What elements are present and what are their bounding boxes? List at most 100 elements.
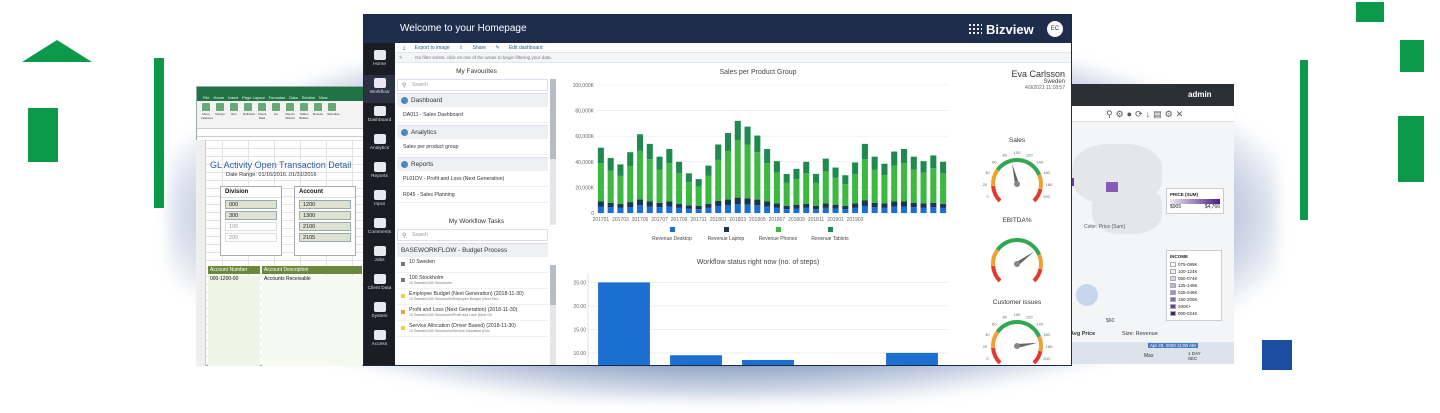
gauge-tick-label: 200 — [1043, 356, 1050, 361]
gauge-hub — [1014, 181, 1020, 187]
gauge-sales: Sales -20 0 20 40 60 80 100 120140 160 180 200 220 — [972, 137, 1062, 211]
bar-segment — [842, 184, 849, 206]
slicer-item[interactable]: 1300 — [299, 211, 351, 220]
sidebar-item-dashboard[interactable]: Dashboard — [364, 103, 395, 131]
fav-item[interactable]: DA011 - Sales Dashboard — [397, 107, 548, 123]
jobs-icon — [373, 246, 386, 256]
task-item[interactable]: 10 Sweden — [397, 257, 548, 273]
cell-account-description[interactable]: Accounts Receivable — [264, 276, 311, 282]
bar-segment — [803, 204, 810, 208]
task-item[interactable]: Service Allocation (Driver Based) (2018-… — [397, 321, 548, 337]
bar-segment — [891, 165, 898, 202]
sidebar: Home Workflow Dashboard Analytics Report… — [364, 43, 395, 365]
income-item[interactable]: 075-099K — [1170, 261, 1218, 268]
sidebar-item-analytics[interactable]: Analytics — [364, 131, 395, 159]
sidebar-item-workflow[interactable]: Workflow — [364, 75, 395, 103]
user-label[interactable]: admin — [1188, 90, 1212, 99]
income-item[interactable]: 150-200K — [1170, 296, 1218, 303]
gauge-hub — [1014, 343, 1020, 349]
sidebar-item-input[interactable]: Input — [364, 187, 395, 215]
bar-segment — [783, 173, 790, 183]
scroll-thumb[interactable] — [550, 265, 556, 305]
x-tick-label: 201703 — [612, 217, 629, 223]
bar-segment — [881, 163, 888, 176]
size-label: Size: Revenue — [1122, 331, 1158, 337]
slicer-item[interactable]: 200 — [225, 233, 277, 242]
bar-segment — [920, 207, 927, 213]
task-item[interactable]: Profit and Loss (Next Generation) (2018-… — [397, 305, 548, 321]
favourites-search-input[interactable]: ⚲ Search — [397, 79, 548, 91]
timeline-bar[interactable]: Apr 29, 2020 11:00 AM Max 1 DAY SEC — [1062, 342, 1234, 364]
sidebar-item-access[interactable]: Access — [364, 327, 395, 355]
fav-section-dashboard[interactable]: Dashboard — [397, 93, 548, 107]
fav-item[interactable]: Sales per product group — [397, 139, 548, 155]
slicer-item[interactable]: 2105 — [299, 233, 351, 242]
sidebar-item-home[interactable]: Home — [364, 47, 395, 75]
sidebar-item-jobs[interactable]: Jobs — [364, 243, 395, 271]
timeline-day[interactable]: 1 DAY SEC — [1188, 351, 1202, 361]
deco-green-shape-right-top — [1356, 2, 1384, 22]
task-status-icon — [401, 310, 405, 314]
favourites-scrollbar[interactable] — [550, 79, 556, 225]
slicer-item[interactable]: 000 — [225, 200, 277, 209]
income-item[interactable]: 100-124K — [1170, 268, 1218, 275]
income-item[interactable]: 125-149K — [1170, 282, 1218, 289]
task-item[interactable]: Employee Budget (Next Generation) (2018-… — [397, 289, 548, 305]
bar-segment — [617, 204, 624, 208]
export-image-button[interactable]: ⤓ Export to image — [403, 45, 450, 51]
column-header-account-number[interactable]: Account Number — [208, 266, 260, 274]
slicer-item[interactable]: 100 — [225, 222, 277, 231]
menu-icon[interactable]: ☰ — [1202, 112, 1209, 121]
slicer-item[interactable]: 300 — [225, 211, 277, 220]
fav-section-reports[interactable]: Reports — [397, 157, 548, 171]
data-column-shade — [208, 276, 260, 366]
income-item[interactable]: 200K+ — [1170, 303, 1218, 310]
bar-segment — [832, 167, 839, 178]
bar-segment — [607, 157, 614, 171]
avatar[interactable]: EC — [1047, 21, 1063, 37]
legend-swatch — [776, 227, 781, 232]
sidebar-item-reports[interactable]: Reports — [364, 159, 395, 187]
column-header-account-description[interactable]: Account Description — [262, 266, 362, 274]
bar-segment — [812, 173, 820, 183]
toolbar-icons[interactable]: ⚲⚙●⟳↓▤⚙✕ — [1106, 109, 1186, 119]
timeline-max[interactable]: Max — [1144, 353, 1153, 359]
division-slicer[interactable]: Division 000 300 100 200 — [220, 186, 282, 256]
income-item[interactable]: 000-024K — [1170, 310, 1218, 317]
bar-segment — [803, 161, 810, 174]
bar-segment — [783, 182, 790, 206]
bizview-window: Welcome to your Homepage Bizview EC Home… — [363, 14, 1072, 366]
task-item[interactable]: 100 Stockholm 10 Sweden\100 Stockholm — [397, 273, 548, 289]
sales-chart-title: Sales per Product Group — [719, 69, 797, 76]
fav-item[interactable]: PL01DV - Profit and Loss (Next Generatio… — [397, 171, 548, 187]
bar-segment — [822, 158, 829, 172]
color-label: Color: Price (Sum) — [1084, 224, 1126, 230]
x-tick-label: 201801 — [710, 217, 727, 223]
scroll-thumb[interactable] — [550, 79, 556, 159]
bubble[interactable] — [1076, 284, 1098, 306]
income-item[interactable]: 050-074K — [1170, 275, 1218, 282]
tasks-search-input[interactable]: ⚲ Search — [397, 229, 548, 241]
slicer-item[interactable]: 2100 — [299, 222, 351, 231]
sidebar-item-comments[interactable]: Comments — [364, 215, 395, 243]
fav-section-analytics[interactable]: Analytics — [397, 125, 548, 139]
sidebar-item-client-data[interactable]: Client Data — [364, 271, 395, 299]
account-slicer[interactable]: Account 1200 1300 2100 2105 — [294, 186, 356, 256]
deco-green-shape-right-bottom — [1398, 116, 1424, 182]
bar-segment — [695, 186, 702, 206]
cell-account-number[interactable]: 000-1200-00 — [210, 276, 238, 282]
share-button[interactable]: ⇪ Share — [459, 45, 486, 51]
filter-icon[interactable]: ✎ — [399, 53, 406, 63]
fav-item[interactable]: R045 - Sales Planning — [397, 187, 548, 203]
edit-dashboard-button[interactable]: ✎ Edit dashboard — [495, 45, 542, 51]
tasks-workflow-header[interactable]: BASEWORKFLOW - Budget Process — [397, 243, 548, 257]
map-highlight-region[interactable] — [1106, 182, 1118, 192]
bar-segment — [676, 161, 683, 174]
sidebar-item-system[interactable]: System — [364, 299, 395, 327]
tasks-scrollbar[interactable] — [550, 265, 556, 365]
slicer-item[interactable]: 1200 — [299, 200, 351, 209]
income-item[interactable]: 025-049K — [1170, 289, 1218, 296]
filter-bar: ✎ No filter exists, click on one of the … — [395, 53, 1071, 63]
bar-segment — [685, 173, 692, 183]
bar-segment — [881, 203, 888, 208]
